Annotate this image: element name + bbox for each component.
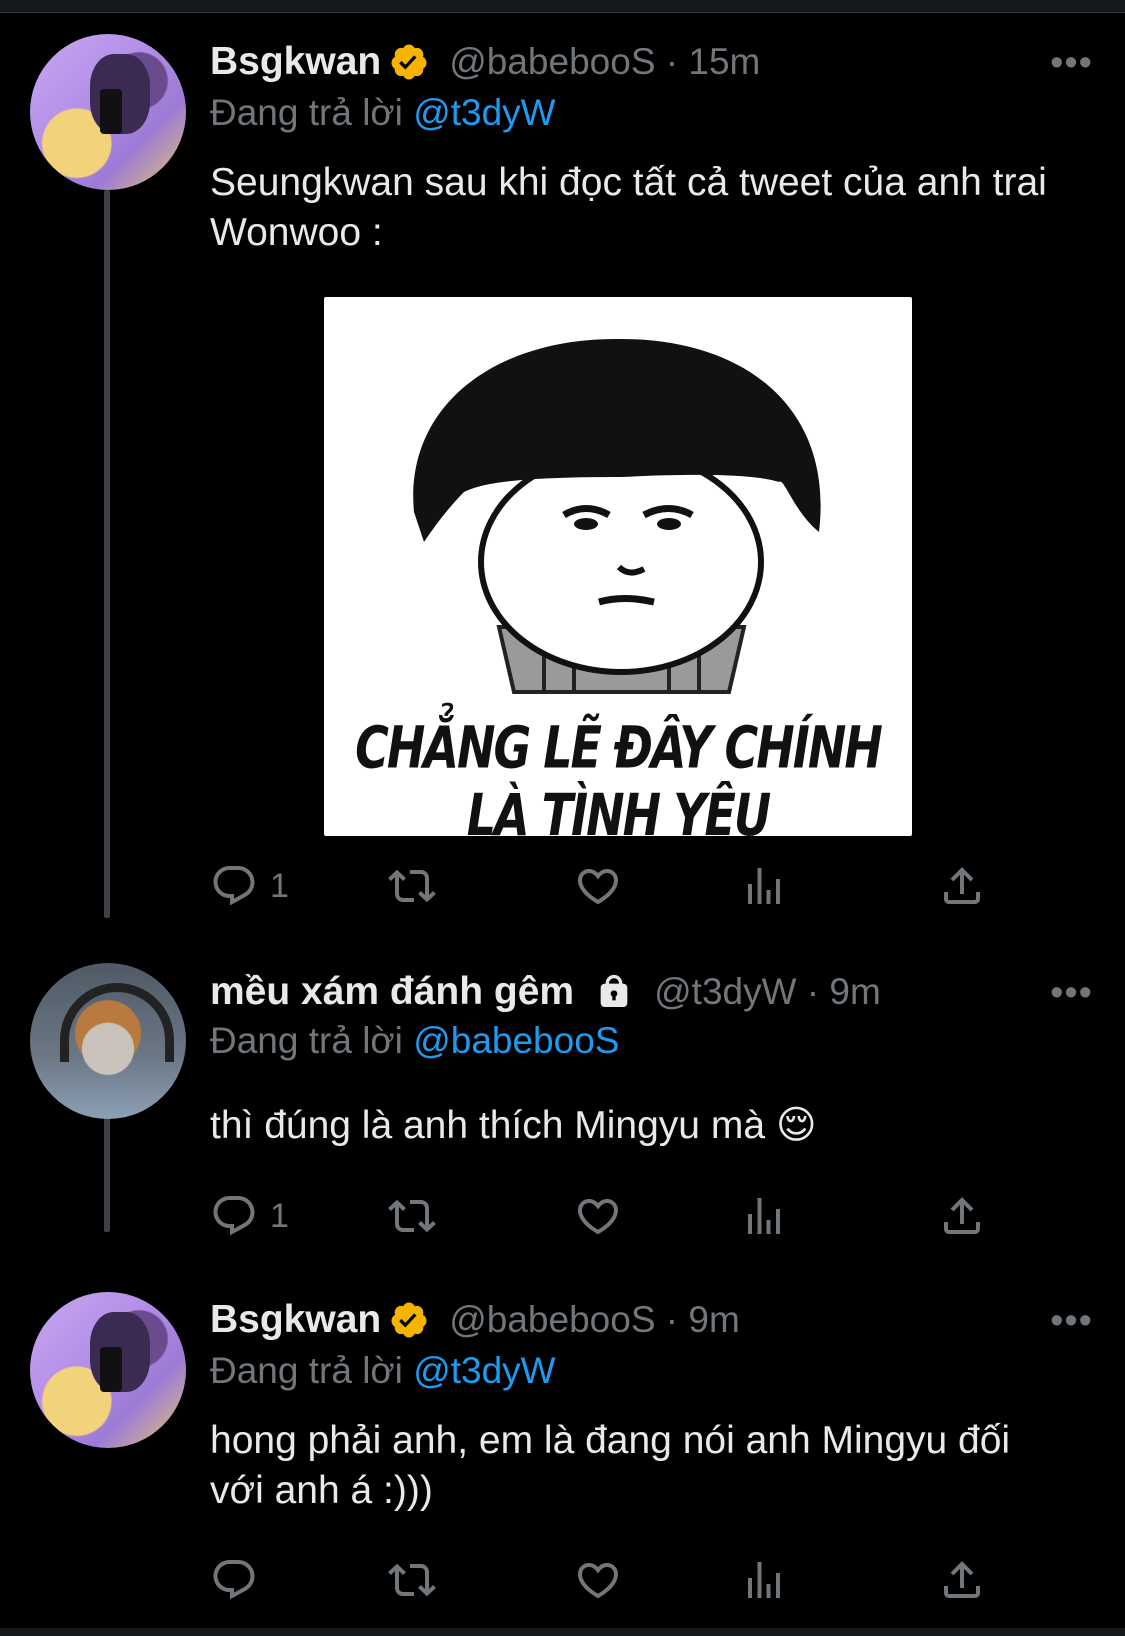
views-icon <box>748 1562 780 1598</box>
display-name[interactable]: Bsgkwan <box>210 1298 381 1342</box>
verified-badge-icon <box>391 44 427 80</box>
more-dots-icon[interactable]: ••• <box>1050 972 1093 1015</box>
tweet-header: mều xám đánh gêm @t3dyW · 9m <box>210 970 881 1014</box>
tweet-text: hong phải anh, em là đang nói anh Mingyu… <box>210 1419 1011 1512</box>
heart-icon <box>577 869 619 905</box>
views-button[interactable] <box>740 1556 788 1604</box>
views-button[interactable] <box>740 862 788 910</box>
heart-icon <box>577 1563 619 1599</box>
tweet-text: thì đúng là anh thích Mingyu mà 😌 <box>210 1104 817 1147</box>
replying-to: Đang trả lời @t3dyW <box>210 1350 556 1392</box>
like-button[interactable] <box>574 1192 622 1240</box>
heart-icon <box>577 1199 619 1235</box>
retweet-icon <box>388 1199 436 1233</box>
tweet-actions: 1 <box>210 862 1010 912</box>
tweet-text: Seungkwan sau khi đọc tất cả tweet của a… <box>210 161 1047 254</box>
more-dots-icon[interactable]: ••• <box>1050 42 1093 85</box>
replying-to: Đang trả lời @t3dyW <box>210 92 556 134</box>
retweet-button[interactable] <box>388 862 436 910</box>
more-dots-icon[interactable]: ••• <box>1050 1300 1093 1343</box>
tweet-header: Bsgkwan @babebooS · 15m <box>210 40 760 84</box>
lock-icon <box>600 974 628 1007</box>
tweet-image[interactable]: CHẲNG LẼ ĐÂY CHÍNH LÀ TÌNH YÊU <box>324 297 912 836</box>
handle-and-time[interactable]: @babebooS · 15m <box>449 41 760 83</box>
reply-icon <box>213 1196 255 1236</box>
replying-prefix: Đang trả lời <box>210 92 403 133</box>
retweet-icon <box>388 869 436 903</box>
share-button[interactable] <box>938 1556 986 1604</box>
tweet-header: Bsgkwan @babebooS · 9m <box>210 1298 740 1342</box>
retweet-button[interactable] <box>388 1192 436 1240</box>
verified-badge-icon <box>391 1302 427 1338</box>
avatar[interactable] <box>30 1292 186 1448</box>
reply-button[interactable]: 1 <box>210 1192 289 1240</box>
replying-to: Đang trả lời @babebooS <box>210 1020 619 1062</box>
views-icon <box>748 868 780 904</box>
share-icon <box>944 1197 980 1234</box>
bottom-divider <box>0 1628 1125 1636</box>
like-button[interactable] <box>574 862 622 910</box>
share-icon <box>944 867 980 904</box>
reply-icon <box>213 866 255 906</box>
views-icon <box>748 1198 780 1234</box>
replying-prefix: Đang trả lời <box>210 1020 403 1061</box>
thread-connector <box>104 190 110 918</box>
retweet-button[interactable] <box>388 1556 436 1604</box>
like-button[interactable] <box>574 1556 622 1604</box>
reply-button[interactable]: 1 <box>210 862 289 910</box>
top-divider <box>0 0 1125 13</box>
retweet-icon <box>388 1563 436 1597</box>
share-button[interactable] <box>938 1192 986 1240</box>
share-icon <box>944 1561 980 1598</box>
mention-link[interactable]: @t3dyW <box>413 92 555 133</box>
mention-link[interactable]: @babebooS <box>413 1020 619 1061</box>
views-button[interactable] <box>740 1192 788 1240</box>
tweet-actions <box>210 1556 1010 1606</box>
avatar[interactable] <box>30 963 186 1119</box>
reply-count: 1 <box>270 866 289 905</box>
meme-caption: CHẲNG LẼ ĐÂY CHÍNH LÀ TÌNH YÊU <box>355 713 883 837</box>
handle-and-time[interactable]: @t3dyW · 9m <box>654 971 881 1013</box>
tweet-actions: 1 <box>210 1192 1010 1242</box>
mention-link[interactable]: @t3dyW <box>413 1350 555 1391</box>
display-name[interactable]: mều xám đánh gêm <box>210 970 574 1014</box>
reply-button[interactable] <box>210 1556 270 1604</box>
reply-icon <box>213 1560 255 1600</box>
reply-count: 1 <box>270 1196 289 1235</box>
display-name[interactable]: Bsgkwan <box>210 40 381 84</box>
replying-prefix: Đang trả lời <box>210 1350 403 1391</box>
share-button[interactable] <box>938 862 986 910</box>
avatar[interactable] <box>30 34 186 190</box>
handle-and-time[interactable]: @babebooS · 9m <box>449 1299 740 1341</box>
